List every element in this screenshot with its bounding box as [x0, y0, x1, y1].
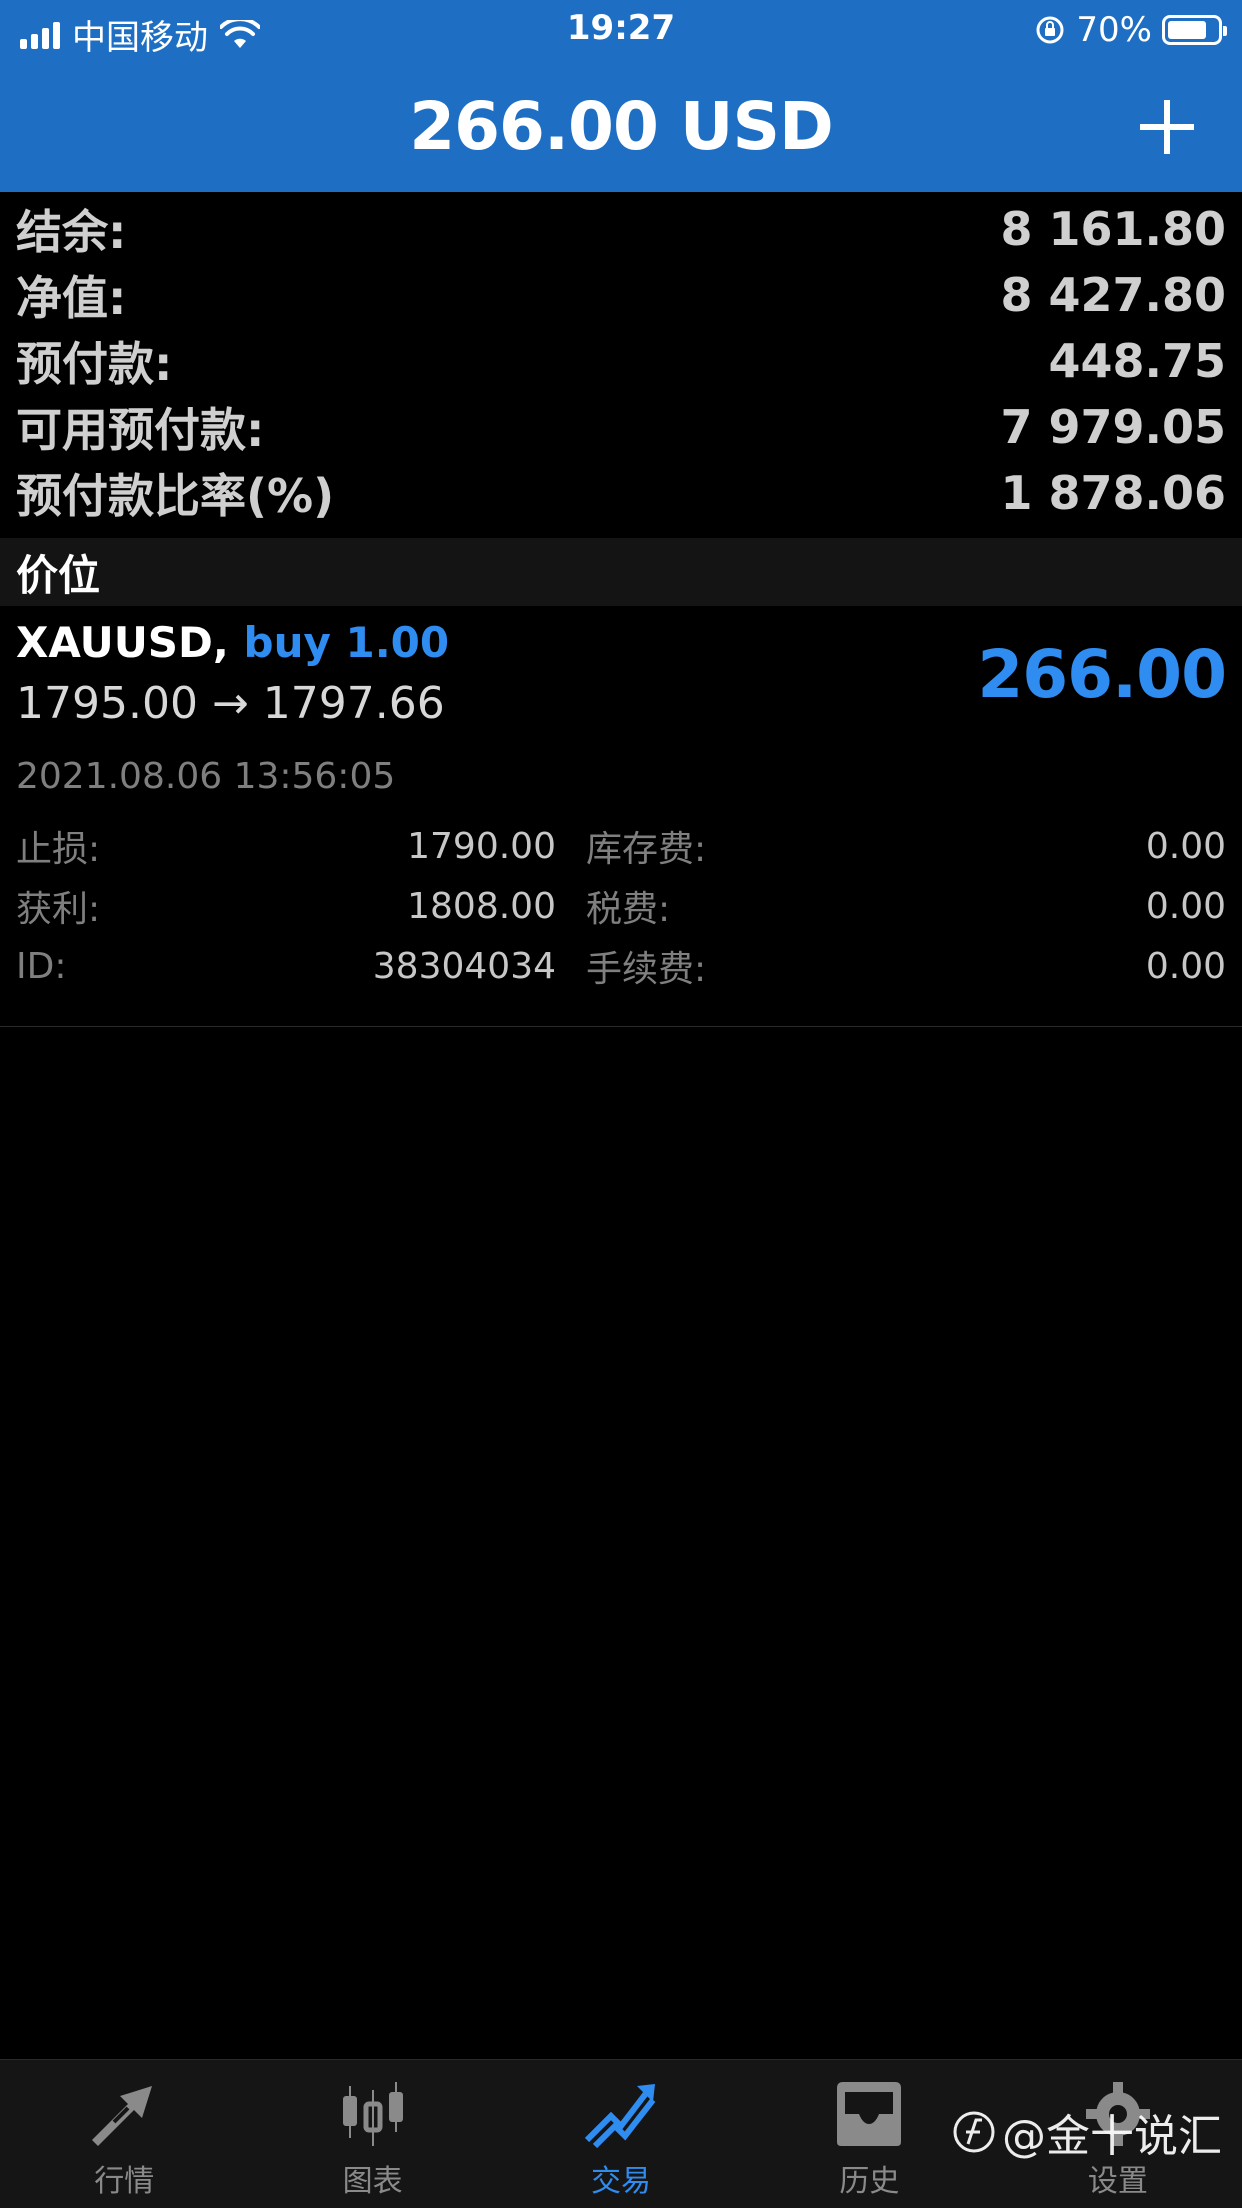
- watermark: @金十说汇: [952, 2100, 1222, 2164]
- commission-value: 0.00: [1145, 945, 1226, 987]
- taxes-label: 税费:: [586, 889, 671, 930]
- summary-value: 7 979.05: [1000, 400, 1226, 454]
- commission-label: 手续费:: [586, 949, 707, 990]
- position-symbol: XAUUSD,: [16, 618, 229, 667]
- nav-bar: 266.00 USD: [0, 60, 1242, 192]
- tab-bar: 行情 图表 交易 历史 设置 @金十说汇: [0, 2059, 1242, 2208]
- account-summary: 结余: 8 161.80 净值: 8 427.80 预付款: 448.75 可用…: [0, 196, 1242, 526]
- candlestick-icon: [342, 2082, 403, 2146]
- page-title: 266.00 USD: [409, 88, 834, 165]
- swap-label: 库存费:: [586, 829, 707, 870]
- history-inbox-icon: [837, 2082, 902, 2146]
- stop-loss-value: 1790.00: [407, 825, 556, 867]
- tab-label: 历史: [839, 2164, 900, 2199]
- tab-label: 交易: [591, 2164, 652, 2199]
- battery-percent: 70%: [1076, 10, 1152, 50]
- orientation-lock-icon: [1036, 16, 1064, 44]
- summary-label: 可用预付款:: [16, 403, 265, 457]
- tab-label: 行情: [94, 2164, 155, 2199]
- position-side: buy 1.00: [243, 618, 450, 667]
- stop-loss-label: 止损:: [16, 829, 101, 870]
- summary-label: 净值:: [16, 271, 127, 325]
- position-symbol-line: XAUUSD, buy 1.00: [16, 618, 449, 667]
- summary-row-margin: 预付款: 448.75: [0, 328, 1242, 394]
- id-label: ID:: [16, 945, 67, 987]
- summary-label: 结余:: [16, 205, 127, 259]
- detail-row: 获利: 1808.00 税费: 0.00: [16, 876, 1226, 936]
- plus-icon: [1140, 100, 1194, 154]
- id-value: 38304034: [372, 945, 556, 987]
- watermark-text: @金十说汇: [1002, 2111, 1222, 2162]
- detail-row: ID: 38304034 手续费: 0.00: [16, 936, 1226, 996]
- take-profit-label: 获利:: [16, 889, 101, 930]
- summary-value: 8 161.80: [1000, 202, 1226, 256]
- take-profit-value: 1808.00: [407, 885, 556, 927]
- section-header-positions: 价位: [0, 538, 1242, 606]
- tab-chart[interactable]: 图表: [248, 2060, 496, 2208]
- summary-label: 预付款比率(%): [16, 469, 335, 523]
- detail-row: 止损: 1790.00 库存费: 0.00: [16, 816, 1226, 876]
- summary-row-margin-level: 预付款比率(%) 1 878.06: [0, 460, 1242, 526]
- status-right: 70%: [1034, 10, 1227, 50]
- summary-value: 1 878.06: [1000, 466, 1226, 520]
- position-profit: 266.00: [977, 636, 1227, 713]
- position-open-time: 2021.08.06 13:56:05: [16, 756, 396, 797]
- position-details: 止损: 1790.00 库存费: 0.00 获利: 1808.00 税费: 0.…: [16, 816, 1226, 996]
- summary-row-free-margin: 可用预付款: 7 979.05: [0, 394, 1242, 460]
- summary-row-balance: 结余: 8 161.80: [0, 196, 1242, 262]
- position-row[interactable]: XAUUSD, buy 1.00 1795.00 → 1797.66 266.0…: [0, 606, 1242, 1027]
- tab-quotes[interactable]: 行情: [0, 2060, 248, 2208]
- add-order-button[interactable]: [1132, 92, 1202, 162]
- taxes-value: 0.00: [1145, 885, 1226, 927]
- tab-trade[interactable]: 交易: [497, 2060, 745, 2208]
- summary-value: 448.75: [1048, 334, 1226, 388]
- status-bar: 中国移动 19:27 70%: [0, 0, 1242, 60]
- position-price-change: 1795.00 → 1797.66: [16, 678, 445, 729]
- summary-value: 8 427.80: [1000, 268, 1226, 322]
- summary-row-equity: 净值: 8 427.80: [0, 262, 1242, 328]
- swap-value: 0.00: [1145, 825, 1226, 867]
- tab-label: 图表: [342, 2164, 403, 2199]
- watermark-logo-icon: [953, 2111, 995, 2153]
- summary-label: 预付款:: [16, 337, 173, 391]
- quotes-arrows-icon: [92, 2086, 153, 2146]
- trade-trend-icon: [584, 2084, 656, 2148]
- battery-icon: [1162, 15, 1227, 45]
